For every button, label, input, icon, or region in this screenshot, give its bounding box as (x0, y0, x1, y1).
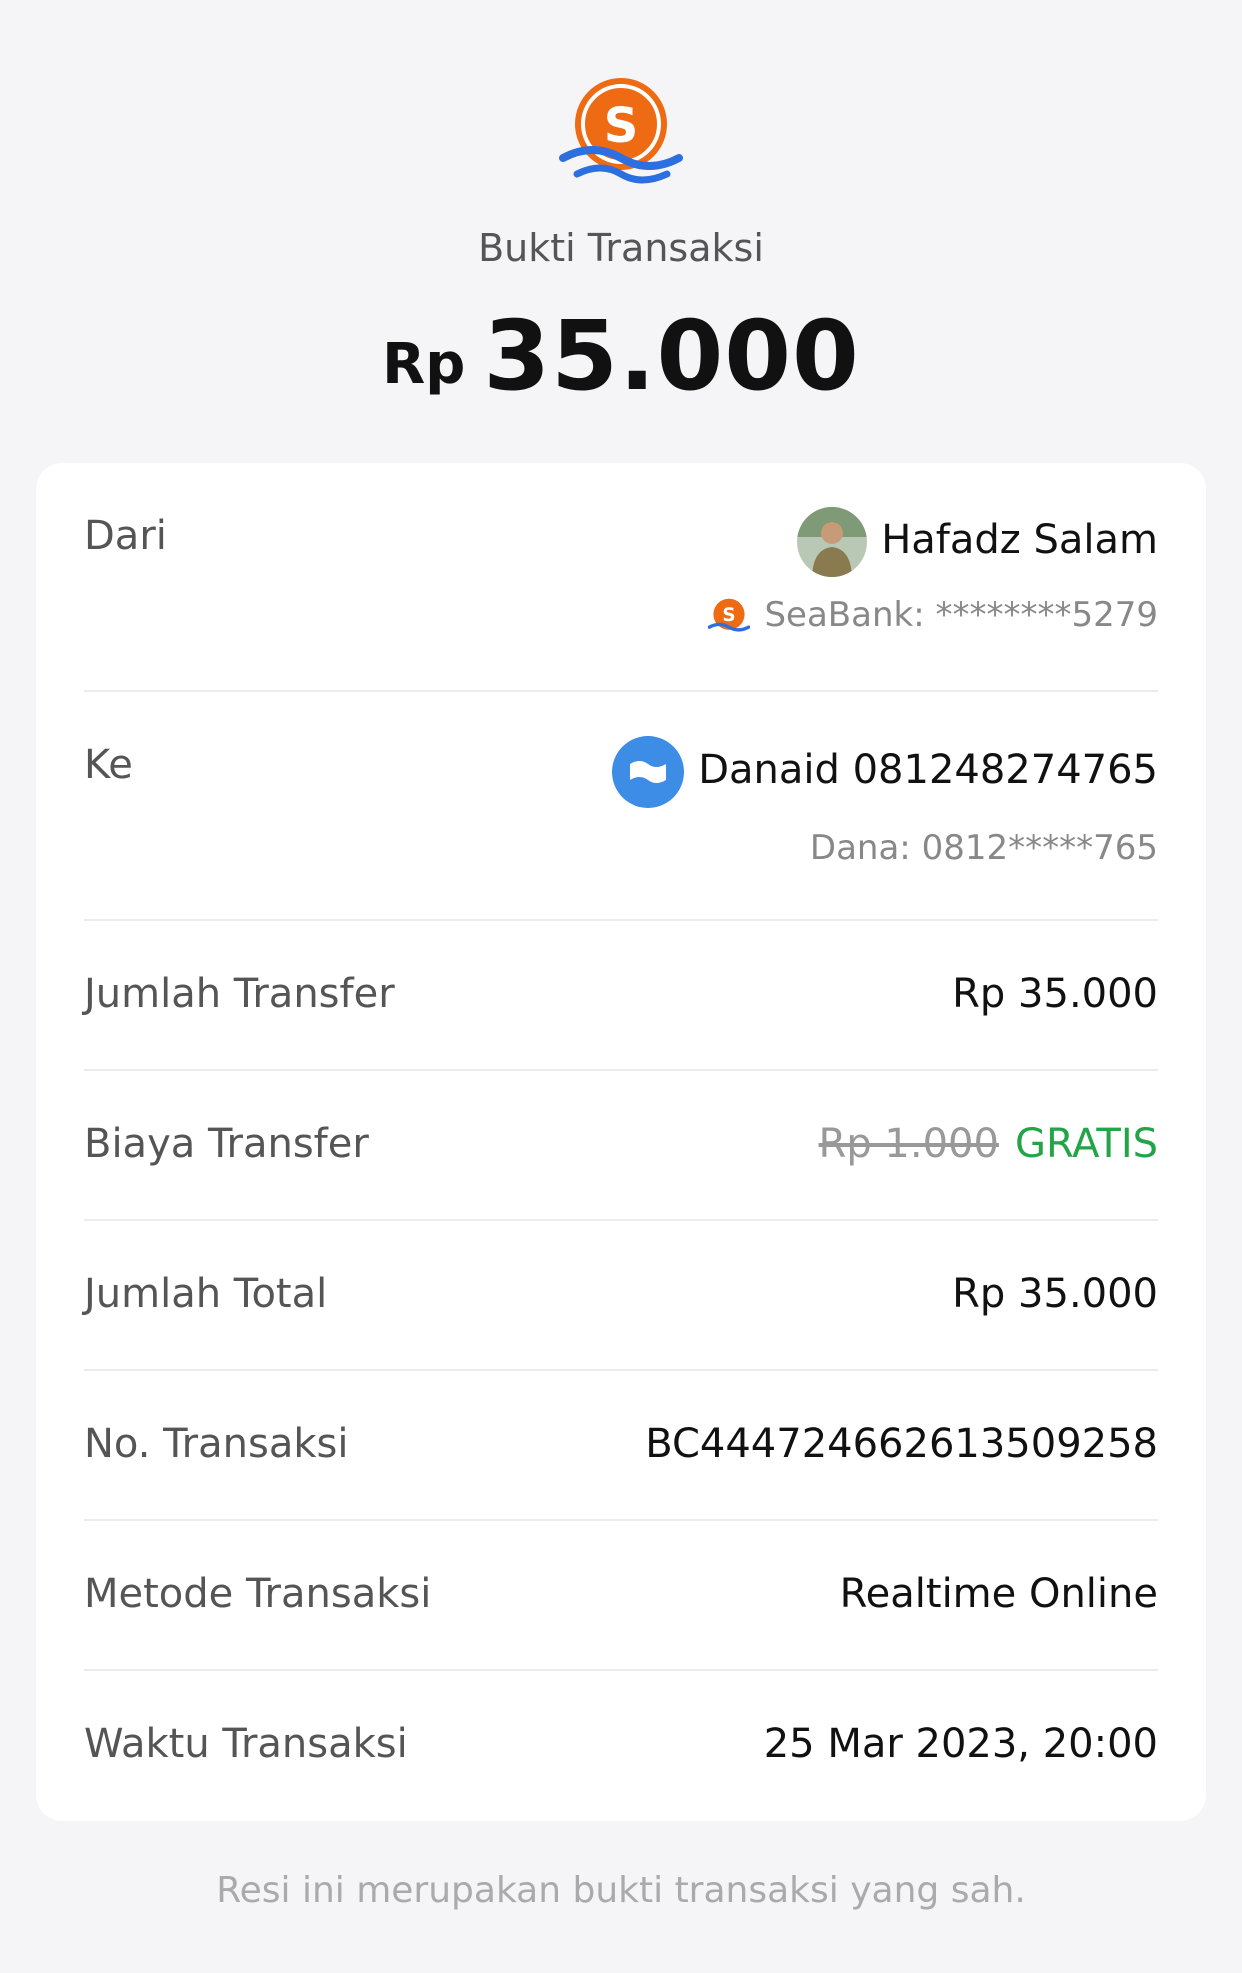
amount-currency: Rp (382, 332, 466, 397)
jumlah-total-label: Jumlah Total (84, 1271, 328, 1317)
no-transaksi-value[interactable]: BC444724662613509258 (645, 1421, 1158, 1467)
svg-text:S: S (723, 605, 736, 626)
waktu-transaksi-value: 25 Mar 2023, 20:00 (763, 1721, 1158, 1767)
biaya-transfer-label: Biaya Transfer (84, 1121, 369, 1167)
row-jumlah-transfer: Jumlah Transfer Rp 35.000 (84, 921, 1158, 1071)
row-to: Ke Danaid 081248274765 Dana: 0812*****76… (84, 692, 1158, 921)
seabank-logo-icon: S (559, 78, 683, 184)
biaya-transfer-old-value: Rp 1.000 (818, 1121, 999, 1167)
row-from: Dari Hafadz Salam S SeaBank: ********527… (84, 463, 1158, 692)
to-label: Ke (84, 742, 133, 788)
biaya-transfer-value-line: Rp 1.000 GRATIS (819, 1121, 1158, 1167)
seabank-logo-icon: S (708, 598, 751, 632)
row-biaya-transfer: Biaya Transfer Rp 1.000 GRATIS (84, 1071, 1158, 1221)
receipt-footer-note: Resi ini merupakan bukti transaksi yang … (216, 1870, 1026, 1911)
dana-logo-icon (612, 736, 685, 808)
svg-text:S: S (604, 98, 639, 154)
page-title: Bukti Transaksi (478, 226, 764, 270)
from-label: Dari (84, 513, 167, 559)
metode-transaksi-value: Realtime Online (839, 1571, 1158, 1617)
to-name: Danaid 081248274765 (698, 747, 1158, 793)
jumlah-transfer-value: Rp 35.000 (952, 971, 1158, 1017)
row-no-transaksi: No. Transaksi BC444724662613509258 (84, 1371, 1158, 1521)
to-name-line: Danaid 081248274765 (612, 736, 1158, 808)
from-name: Hafadz Salam (881, 517, 1158, 563)
jumlah-total-value: Rp 35.000 (952, 1271, 1158, 1317)
user-avatar (797, 507, 868, 577)
row-jumlah-total: Jumlah Total Rp 35.000 (84, 1221, 1158, 1371)
biaya-transfer-free-badge: GRATIS (1014, 1121, 1158, 1167)
metode-transaksi-label: Metode Transaksi (84, 1571, 432, 1617)
receipt-card: Dari Hafadz Salam S SeaBank: ********527… (36, 463, 1206, 1821)
row-metode-transaksi: Metode Transaksi Realtime Online (84, 1521, 1158, 1671)
no-transaksi-label: No. Transaksi (84, 1421, 349, 1467)
from-name-line: Hafadz Salam (797, 507, 1158, 577)
to-account: Dana: 0812*****765 (809, 828, 1158, 868)
row-waktu-transaksi: Waktu Transaksi 25 Mar 2023, 20:00 (84, 1671, 1158, 1819)
transaction-amount: Rp 35.000 (0, 300, 1242, 412)
amount-value: 35.000 (483, 300, 860, 412)
from-account: SeaBank: ********5279 (764, 595, 1158, 635)
waktu-transaksi-label: Waktu Transaksi (84, 1721, 408, 1767)
from-account-line: S SeaBank: ********5279 (708, 595, 1158, 638)
jumlah-transfer-label: Jumlah Transfer (84, 971, 395, 1017)
